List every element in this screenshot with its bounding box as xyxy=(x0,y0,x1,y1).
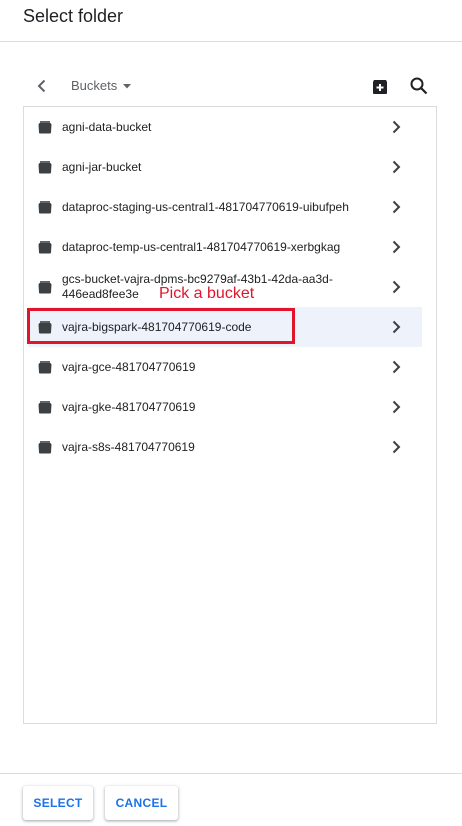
chevron-right-icon[interactable] xyxy=(388,119,404,135)
create-bucket-icon[interactable] xyxy=(369,75,391,97)
browser-toolbar: Buckets xyxy=(22,70,440,102)
bucket-row[interactable]: dataproc-staging-us-central1-48170477061… xyxy=(28,187,422,227)
chevron-right-icon[interactable] xyxy=(388,239,404,255)
select-button[interactable]: SELECT xyxy=(23,786,93,820)
back-arrow-icon[interactable] xyxy=(32,76,52,96)
caret-down-icon xyxy=(123,83,132,88)
bucket-icon xyxy=(38,161,52,174)
bucket-name: vajra-gke-481704770619 xyxy=(62,399,196,414)
footer-divider xyxy=(0,773,462,774)
cancel-button[interactable]: CANCEL xyxy=(105,786,178,820)
chevron-right-icon[interactable] xyxy=(388,439,404,455)
bucket-name: dataproc-staging-us-central1-48170477061… xyxy=(62,199,349,214)
bucket-icon xyxy=(38,241,52,254)
bucket-name: agni-jar-bucket xyxy=(62,159,142,174)
bucket-icon xyxy=(38,281,52,294)
annotation-highlight-box xyxy=(27,308,295,344)
bucket-icon xyxy=(38,121,52,134)
bucket-row[interactable]: vajra-gke-481704770619 xyxy=(28,387,422,427)
chevron-right-icon[interactable] xyxy=(388,279,404,295)
breadcrumb-dropdown[interactable]: Buckets xyxy=(71,78,133,93)
dialog-title: Select folder xyxy=(23,6,124,26)
chevron-right-icon[interactable] xyxy=(388,399,404,415)
bucket-icon xyxy=(38,401,52,414)
bucket-icon xyxy=(38,361,52,374)
bucket-name: vajra-s8s-481704770619 xyxy=(62,439,195,454)
annotation-text: Pick a bucket xyxy=(159,285,255,302)
search-icon[interactable] xyxy=(408,75,430,97)
bucket-row[interactable]: agni-data-bucket xyxy=(28,107,422,147)
bucket-row[interactable]: vajra-gce-481704770619 xyxy=(28,347,422,387)
chevron-right-icon[interactable] xyxy=(388,359,404,375)
bucket-icon xyxy=(38,201,52,214)
bucket-row[interactable]: vajra-s8s-481704770619 xyxy=(28,427,422,467)
bucket-row[interactable]: dataproc-temp-us-central1-481704770619-x… xyxy=(28,227,422,267)
bucket-name: dataproc-temp-us-central1-481704770619-x… xyxy=(62,239,341,254)
title-divider xyxy=(0,41,462,42)
chevron-right-icon[interactable] xyxy=(388,159,404,175)
bucket-name: vajra-gce-481704770619 xyxy=(62,359,196,374)
bucket-name: agni-data-bucket xyxy=(62,119,152,134)
chevron-right-icon[interactable] xyxy=(388,319,404,335)
breadcrumb-label: Buckets xyxy=(71,78,118,93)
bucket-row[interactable]: agni-jar-bucket xyxy=(28,147,422,187)
chevron-right-icon[interactable] xyxy=(388,199,404,215)
bucket-list: agni-data-bucket agni-jar-bucket dataproc-… xyxy=(23,106,437,724)
bucket-icon xyxy=(38,441,52,454)
